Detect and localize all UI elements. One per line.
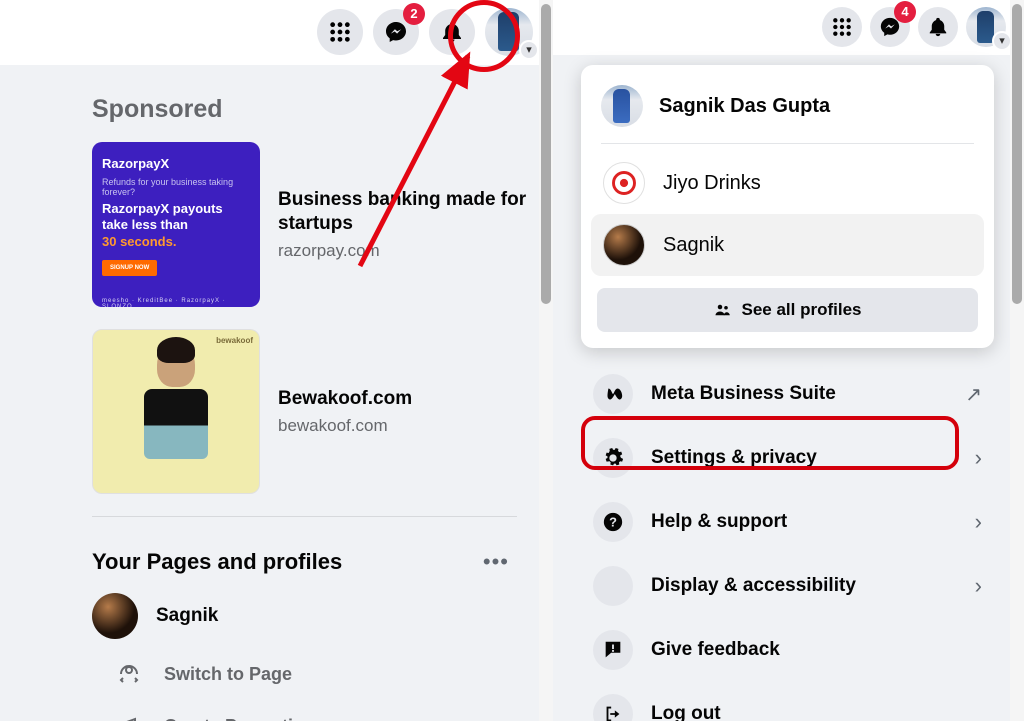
chevron-right-icon: › <box>975 509 982 535</box>
ad-url: bewakoof.com <box>278 416 412 436</box>
page-avatar <box>92 593 138 639</box>
moon-icon <box>593 566 633 606</box>
scrollbar[interactable] <box>1010 0 1024 721</box>
ad-thumbnail: RazorpayX Refunds for your business taki… <box>92 142 260 307</box>
ad-title: Bewakoof.com <box>278 387 412 411</box>
settings-privacy[interactable]: Settings & privacy › <box>585 426 990 490</box>
page-item[interactable]: Sagnik <box>92 593 553 639</box>
chevron-down-icon: ▾ <box>992 31 1012 51</box>
create-promotion[interactable]: Create Promotion <box>112 709 553 721</box>
bell-icon <box>440 20 464 44</box>
ad-url: razorpay.com <box>278 241 553 261</box>
meta-business-suite[interactable]: Meta Business Suite ↗ <box>585 362 990 426</box>
page-jiyo-drinks[interactable]: Jiyo Drinks <box>591 152 984 214</box>
page-name: Sagnik <box>156 605 218 627</box>
messenger-button[interactable]: 4 <box>870 7 910 47</box>
profiles-card: Sagnik Das Gupta Jiyo Drinks Sagnik See … <box>581 65 994 348</box>
chevron-right-icon: › <box>975 445 982 471</box>
account-button[interactable]: ▾ <box>966 7 1006 47</box>
chevron-right-icon: › <box>975 573 982 599</box>
megaphone-icon <box>112 709 146 721</box>
switch-icon <box>112 657 146 691</box>
switch-to-page[interactable]: Switch to Page <box>112 657 553 691</box>
menu-list: Meta Business Suite ↗ Settings & privacy… <box>581 362 994 721</box>
bell-icon <box>927 16 949 38</box>
pages-options-button[interactable]: ••• <box>483 549 509 575</box>
avatar <box>601 85 643 127</box>
gear-icon <box>593 438 633 478</box>
messenger-icon <box>384 20 408 44</box>
log-out[interactable]: Log out <box>585 682 990 721</box>
right-screenshot: 4 ▾ Sagnik Das Gupta Jiyo Drinks <box>553 0 1024 721</box>
meta-icon <box>593 374 633 414</box>
display-accessibility[interactable]: Display & accessibility › <box>585 554 990 618</box>
left-screenshot: 2 ▾ Sponsored RazorpayX Refunds for your… <box>0 0 553 721</box>
notifications-button[interactable] <box>429 9 475 55</box>
give-feedback[interactable]: Give feedback <box>585 618 990 682</box>
divider <box>92 516 517 517</box>
top-nav: 4 ▾ <box>553 0 1024 55</box>
messenger-badge: 4 <box>894 1 916 23</box>
your-profile[interactable]: Sagnik Das Gupta <box>591 77 984 135</box>
chevron-down-icon: ▾ <box>519 40 539 60</box>
feedback-icon <box>593 630 633 670</box>
grid-icon <box>329 21 351 43</box>
content-area: Sponsored RazorpayX Refunds for your bus… <box>0 65 553 721</box>
page-avatar <box>603 162 645 204</box>
grid-icon <box>832 17 852 37</box>
scrollbar[interactable] <box>539 0 553 721</box>
notifications-button[interactable] <box>918 7 958 47</box>
ad-title: Business banking made for startups <box>278 188 553 236</box>
account-button[interactable]: ▾ <box>485 8 533 56</box>
svg-text:?: ? <box>609 515 617 530</box>
help-icon: ? <box>593 502 633 542</box>
people-icon <box>714 301 732 319</box>
ad-thumbnail: bewakoof <box>92 329 260 494</box>
menu-grid-button[interactable] <box>317 9 363 55</box>
logout-icon <box>593 694 633 721</box>
top-nav: 2 ▾ <box>0 0 553 65</box>
page-sagnik[interactable]: Sagnik <box>591 214 984 276</box>
sponsored-heading: Sponsored <box>92 95 553 124</box>
see-all-profiles-button[interactable]: See all profiles <box>597 288 978 332</box>
page-avatar <box>603 224 645 266</box>
external-icon: ↗ <box>965 382 982 407</box>
pages-heading: Your Pages and profiles <box>92 549 342 575</box>
help-support[interactable]: ? Help & support › <box>585 490 990 554</box>
sponsored-ad-2[interactable]: bewakoof Bewakoof.com bewakoof.com <box>92 329 553 494</box>
sponsored-ad-1[interactable]: RazorpayX Refunds for your business taki… <box>92 142 553 307</box>
menu-grid-button[interactable] <box>822 7 862 47</box>
account-dropdown: Sagnik Das Gupta Jiyo Drinks Sagnik See … <box>553 55 1024 721</box>
messenger-button[interactable]: 2 <box>373 9 419 55</box>
messenger-badge: 2 <box>403 3 425 25</box>
